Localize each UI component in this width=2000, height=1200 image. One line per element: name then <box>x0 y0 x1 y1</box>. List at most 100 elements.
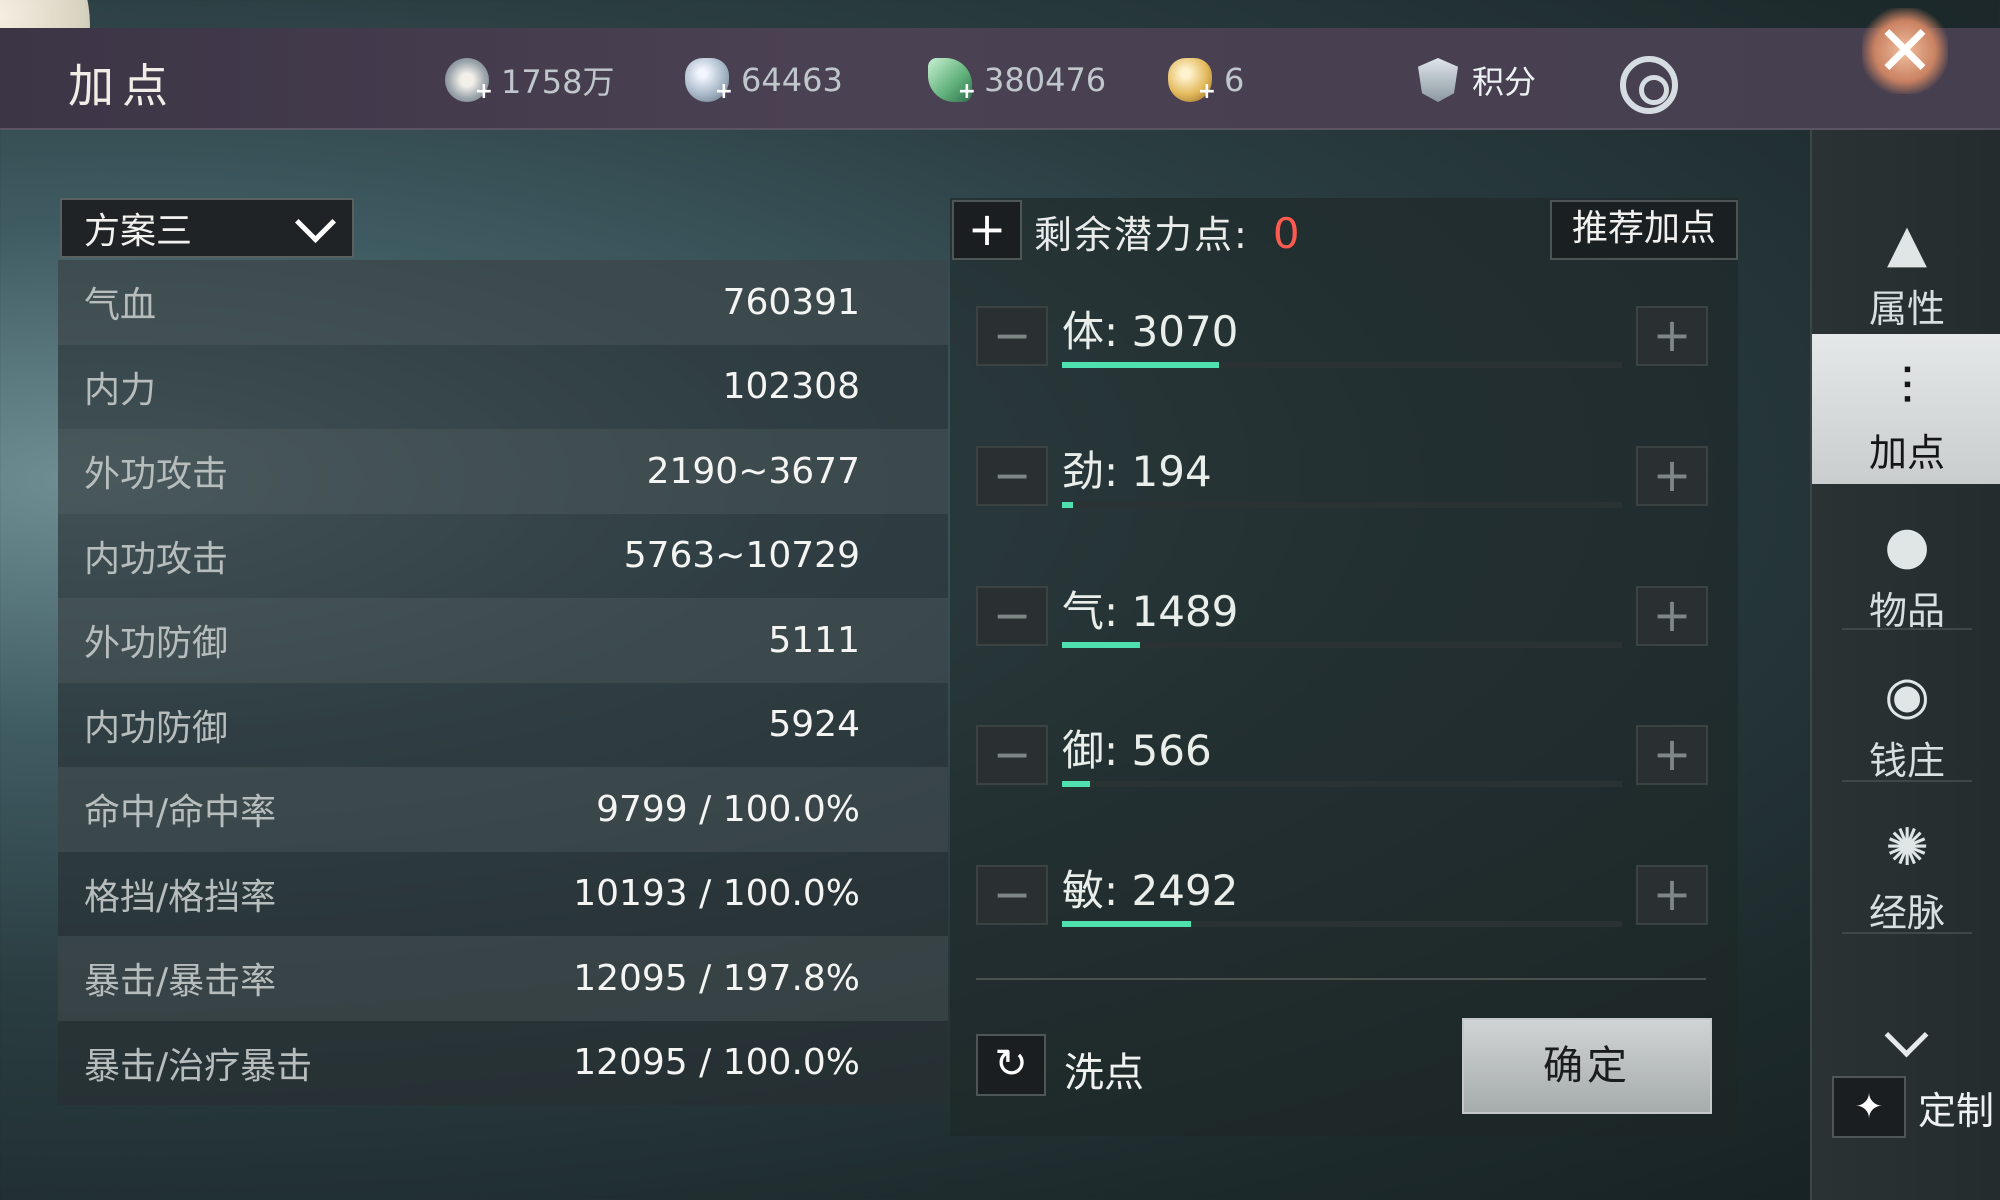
custom-button[interactable]: ✦ 定制 <box>1832 1076 1994 1138</box>
stat-label: 内力 <box>84 369 157 411</box>
attribute-row: − 御: 566 + <box>976 721 1708 791</box>
stat-row: 内功防御 5924 <box>58 682 948 767</box>
stat-label: 内功攻击 <box>84 538 229 580</box>
confirm-button[interactable]: 确定 <box>1462 1018 1712 1114</box>
resource-jade-value: 380476 <box>984 61 1107 99</box>
decrease-button[interactable]: − <box>976 306 1048 366</box>
resource-jade: + 380476 <box>928 58 1107 104</box>
stat-row: 命中/命中率 9799 / 100.0% <box>58 767 948 852</box>
stat-value: 5924 <box>768 704 860 746</box>
attribute-fill <box>1062 502 1074 508</box>
increase-button[interactable]: + <box>1636 306 1708 366</box>
resource-gold-value: 6 <box>1224 61 1245 99</box>
attribute-track <box>1062 921 1622 927</box>
attribute-name: 敏: 2492 <box>1062 866 1239 915</box>
stat-label: 格挡/格挡率 <box>84 876 277 918</box>
stat-label: 暴击/治疗暴击 <box>84 1045 313 1087</box>
score-button[interactable]: 积分 <box>1418 58 1536 102</box>
score-shield-icon <box>1418 58 1458 102</box>
close-button[interactable]: ✕ <box>1862 8 1948 94</box>
stat-row: 内力 102308 <box>58 344 948 429</box>
sidebar-item-label: 属性 <box>1868 287 1945 331</box>
chevron-down-icon <box>294 201 337 243</box>
stat-value: 12095 / 100.0% <box>573 1042 860 1084</box>
stat-label: 外功防御 <box>84 623 229 665</box>
attribute-track <box>1062 781 1622 787</box>
attribute-name: 体: 3070 <box>1062 307 1239 356</box>
resource-coin: + 1758万 <box>445 58 615 104</box>
attribute-fill <box>1062 642 1141 648</box>
sidebar-item-label: 钱庄 <box>1868 739 1945 783</box>
stat-row: 外功攻击 2190~3677 <box>58 429 948 514</box>
top-bar: 加点 + 1758万 + 64463 + 380476 + 6 积分 <box>0 28 2000 130</box>
score-label: 积分 <box>1472 63 1537 101</box>
bag-icon: ● <box>1884 516 1930 576</box>
decrease-button[interactable]: − <box>976 586 1048 646</box>
stat-row: 外功防御 5111 <box>58 598 948 683</box>
attribute-fill <box>1062 781 1090 787</box>
sidebar-item-items[interactable]: ● 物品 <box>1812 492 2000 642</box>
attribute-row: − 气: 1489 + <box>976 582 1708 652</box>
stat-label: 暴击/暴击率 <box>84 961 277 1003</box>
potential-value: 0 <box>1272 209 1302 258</box>
jade-icon: + <box>928 58 976 104</box>
sidebar-item-label: 物品 <box>1868 589 1945 633</box>
silver-ingot-icon: + <box>685 58 733 104</box>
reset-icon[interactable]: ↻ <box>976 1034 1046 1096</box>
increase-button[interactable]: + <box>1636 865 1708 925</box>
settings-gear-icon[interactable] <box>1620 56 1678 114</box>
sidebar-divider <box>1842 628 1972 630</box>
stat-value: 102308 <box>722 366 860 408</box>
attribute-name: 气: 1489 <box>1062 587 1239 636</box>
reset-label[interactable]: 洗点 <box>1064 1040 1144 1098</box>
divider <box>976 978 1706 980</box>
attribute-track <box>1062 642 1622 648</box>
stat-label: 内功防御 <box>84 707 229 749</box>
stat-row: 内功攻击 5763~10729 <box>58 513 948 598</box>
attribute-fill <box>1062 921 1191 927</box>
sidebar-divider <box>1842 932 1972 934</box>
resource-gold: + 6 <box>1168 58 1245 104</box>
magic-wand-icon: ✦ <box>1832 1076 1906 1138</box>
attribute-row: − 体: 3070 + <box>976 302 1708 372</box>
stat-row: 暴击/治疗暴击 12095 / 100.0% <box>58 1020 948 1105</box>
recommend-button[interactable]: 推荐加点 <box>1550 200 1738 260</box>
sidebar-divider <box>1842 780 1972 782</box>
sidebar-item-label: 加点 <box>1868 431 1945 475</box>
custom-label: 定制 <box>1918 1088 1995 1133</box>
attribute-row: − 敏: 2492 + <box>976 861 1708 931</box>
stats-table: 气血 760391 内力 102308 外功攻击 2190~3677 内功攻击 5763… <box>58 260 948 1136</box>
increase-button[interactable]: + <box>1636 446 1708 506</box>
stat-value: 12095 / 197.8% <box>573 957 860 999</box>
decrease-button[interactable]: − <box>976 725 1048 785</box>
gold-ingot-icon: + <box>1168 58 1216 104</box>
attribute-name: 御: 566 <box>1062 726 1212 775</box>
meridian-icon: ✺ <box>1885 818 1929 878</box>
remaining-potential: 剩余潜力点: 0 <box>1034 204 1302 259</box>
attribute-track <box>1062 362 1622 368</box>
scheme-selected: 方案三 <box>84 211 193 252</box>
add-potential-button[interactable]: + <box>952 200 1022 260</box>
stat-label: 外功攻击 <box>84 454 229 496</box>
sidebar-item-add-points[interactable]: ⫶ 加点 <box>1812 334 2000 484</box>
attribute-name: 劲: 194 <box>1062 447 1212 496</box>
stat-value: 2190~3677 <box>646 450 860 492</box>
resource-coin-value: 1758万 <box>501 63 615 101</box>
sidebar-item-attributes[interactable]: ▲ 属性 <box>1812 190 2000 340</box>
stat-value: 5111 <box>768 619 860 661</box>
stat-value: 10193 / 100.0% <box>573 873 860 915</box>
decrease-button[interactable]: − <box>976 865 1048 925</box>
coin-icon: + <box>445 58 493 104</box>
potential-label: 剩余潜力点: <box>1034 213 1249 257</box>
sidebar-item-label: 经脉 <box>1868 891 1945 935</box>
scheme-dropdown[interactable]: 方案三 <box>60 198 354 258</box>
increase-button[interactable]: + <box>1636 586 1708 646</box>
stat-row: 气血 760391 <box>58 260 948 345</box>
stat-value: 5763~10729 <box>623 535 860 577</box>
decrease-button[interactable]: − <box>976 446 1048 506</box>
sidebar-item-meridian[interactable]: ✺ 经脉 <box>1812 794 2000 944</box>
increase-button[interactable]: + <box>1636 725 1708 785</box>
sidebar-item-bank[interactable]: ◉ 钱庄 <box>1812 642 2000 792</box>
stat-label: 气血 <box>84 285 157 327</box>
stat-value: 760391 <box>722 281 860 323</box>
